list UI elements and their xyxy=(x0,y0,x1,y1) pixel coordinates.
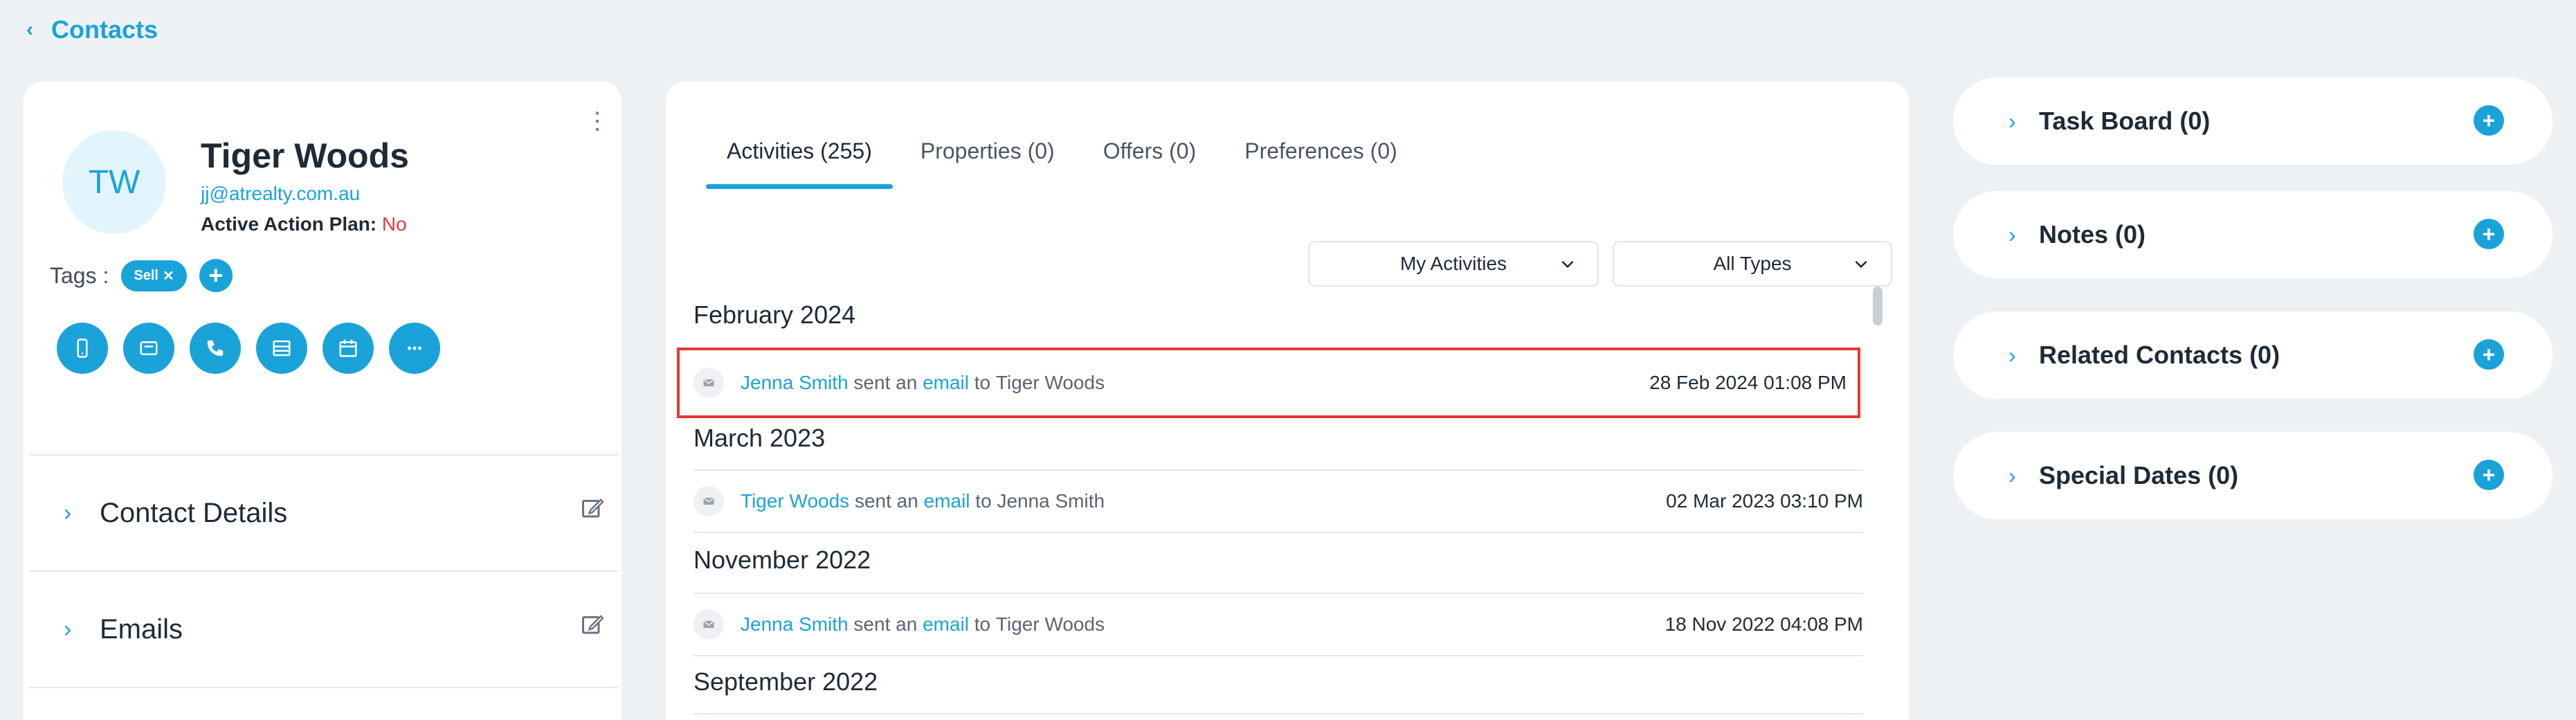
activity-row[interactable]: Jenna Smith sent an email to Tiger Woods… xyxy=(677,348,1860,418)
tag-label: Sell xyxy=(134,267,158,283)
activity-row[interactable]: Tiger Woods sent an email to Jenna Smith… xyxy=(693,469,1863,533)
month-heading: March 2023 xyxy=(693,424,826,452)
add-related-contact-button[interactable]: + xyxy=(2474,339,2504,370)
month-heading: February 2024 xyxy=(693,300,856,329)
card-special-dates[interactable]: › Special Dates (0) + xyxy=(1953,432,2552,519)
message-icon xyxy=(140,341,158,355)
phone-icon xyxy=(77,339,88,358)
action-plan-status: Active Action Plan: No xyxy=(201,213,407,235)
contact-panel: TW ⋮ Tiger Woods jj@atrealty.com.au Acti… xyxy=(24,82,622,720)
type-filter-select[interactable]: All Types xyxy=(1613,241,1892,287)
activity-scrollbar[interactable] xyxy=(1873,287,1883,325)
chevron-right-icon: › xyxy=(64,615,72,642)
add-tag-button[interactable]: + xyxy=(199,259,233,292)
chevron-right-icon: › xyxy=(2008,222,2016,247)
chevron-right-icon: › xyxy=(2008,108,2016,134)
chevron-down-icon xyxy=(1561,260,1574,269)
activity-prep: to xyxy=(974,613,991,635)
activity-date: 02 Mar 2023 03:10 PM xyxy=(1666,490,1863,512)
activity-prep: to xyxy=(975,490,992,512)
action-plan-value: No xyxy=(381,213,407,235)
activity-date: 28 Feb 2024 01:08 PM xyxy=(1649,372,1847,393)
activity-prep: to xyxy=(974,372,991,393)
type-filter-value: All Types xyxy=(1713,253,1792,274)
owner-filter-select[interactable]: My Activities xyxy=(1308,241,1599,287)
activity-target: Tiger Woods xyxy=(995,372,1105,393)
tag-chip[interactable]: Sell ✕ xyxy=(121,260,187,291)
activity-target: Tiger Woods xyxy=(995,613,1105,635)
section-title: Emails xyxy=(100,613,183,645)
edit-icon[interactable] xyxy=(580,612,605,637)
back-link-label: Contacts xyxy=(51,15,158,44)
chevron-right-icon: › xyxy=(2008,462,2016,488)
card-title: Notes (0) xyxy=(2039,220,2146,249)
tab-bar: Activities (255) Properties (0) Offers (… xyxy=(706,138,1425,189)
tags-label: Tags : xyxy=(50,262,109,288)
more-actions-button[interactable] xyxy=(389,323,440,374)
email-icon xyxy=(693,609,724,640)
section-divider xyxy=(29,687,619,720)
add-note-button[interactable]: + xyxy=(2474,219,2504,249)
add-special-date-button[interactable]: + xyxy=(2474,460,2504,490)
activity-panel: Activities (255) Properties (0) Offers (… xyxy=(666,82,1909,720)
tab-offers[interactable]: Offers (0) xyxy=(1082,138,1217,189)
activity-object-link[interactable]: email xyxy=(923,613,969,636)
list-icon xyxy=(273,340,291,357)
action-plan-label: Active Action Plan: xyxy=(201,213,377,235)
call-icon xyxy=(207,340,224,357)
chevron-right-icon: › xyxy=(2008,342,2016,368)
tab-activities[interactable]: Activities (255) xyxy=(706,138,893,189)
chevron-right-icon: › xyxy=(64,499,72,526)
more-options-icon[interactable]: ⋮ xyxy=(586,109,609,133)
more-icon xyxy=(408,346,421,350)
remove-tag-icon[interactable]: ✕ xyxy=(163,267,174,285)
section-title: Contact Details xyxy=(100,497,288,528)
activity-verb: sent an xyxy=(854,490,918,512)
activity-actor-link[interactable]: Jenna Smith xyxy=(741,613,849,636)
edit-icon[interactable] xyxy=(580,496,605,521)
email-icon xyxy=(693,368,724,398)
card-related-contacts[interactable]: › Related Contacts (0) + xyxy=(1953,312,2552,399)
section-contact-details[interactable]: › Contact Details xyxy=(29,454,619,570)
activity-target: Jenna Smith xyxy=(997,490,1105,512)
tab-properties[interactable]: Properties (0) xyxy=(900,138,1076,189)
activity-verb: sent an xyxy=(853,372,918,393)
owner-filter-value: My Activities xyxy=(1399,253,1507,274)
activity-object-link[interactable]: email xyxy=(923,372,969,394)
calendar-button[interactable] xyxy=(323,323,374,374)
section-emails[interactable]: › Emails xyxy=(29,570,619,687)
contact-name: Tiger Woods xyxy=(201,136,409,175)
activity-verb: sent an xyxy=(853,613,918,635)
card-title: Related Contacts (0) xyxy=(2039,341,2280,369)
card-notes[interactable]: › Notes (0) + xyxy=(1953,191,2552,278)
card-task-board[interactable]: › Task Board (0) + xyxy=(1953,78,2552,165)
contact-email-link[interactable]: jj@atrealty.com.au xyxy=(201,183,360,205)
message-button[interactable] xyxy=(123,323,174,374)
calendar-icon xyxy=(339,339,357,357)
activity-actor-link[interactable]: Tiger Woods xyxy=(741,490,849,512)
back-link[interactable]: ‹ Contacts xyxy=(26,15,158,44)
activity-date: 18 Nov 2022 04:08 PM xyxy=(1665,613,1863,635)
email-icon xyxy=(693,486,724,516)
mobile-button[interactable] xyxy=(57,323,108,374)
month-heading: September 2022 xyxy=(693,667,878,696)
card-title: Special Dates (0) xyxy=(2039,461,2239,489)
month-heading: November 2022 xyxy=(693,546,871,574)
activity-object-link[interactable]: email xyxy=(924,490,970,512)
tags-row: Tags : Sell ✕ + xyxy=(50,259,233,292)
chevron-down-icon xyxy=(1855,260,1867,269)
avatar: TW xyxy=(62,130,166,234)
activity-row[interactable]: Jenna Smith sent an email to Tiger Woods… xyxy=(693,593,1863,656)
contact-action-buttons xyxy=(57,323,440,374)
list-button[interactable] xyxy=(256,323,307,374)
add-task-button[interactable]: + xyxy=(2474,105,2504,136)
call-button[interactable] xyxy=(190,323,241,374)
chevron-left-icon: ‹ xyxy=(26,18,33,41)
activity-actor-link[interactable]: Jenna Smith xyxy=(741,372,849,394)
card-title: Task Board (0) xyxy=(2039,107,2211,135)
activity-divider xyxy=(693,713,1863,720)
tab-preferences[interactable]: Preferences (0) xyxy=(1224,138,1418,189)
